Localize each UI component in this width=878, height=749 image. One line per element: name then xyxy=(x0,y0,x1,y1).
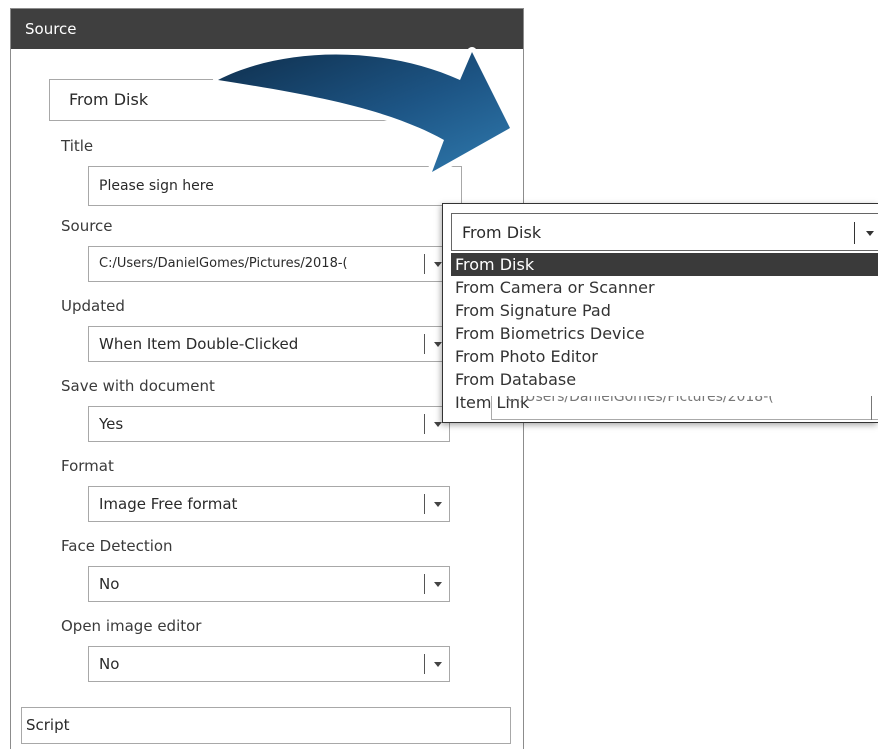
dropdown-arrow-icon[interactable] xyxy=(434,662,442,667)
dropdown-options: From Disk From Camera or Scanner From Si… xyxy=(451,253,878,414)
obscured-field-edge xyxy=(871,396,878,420)
combo-separator xyxy=(424,414,425,434)
popup-select-value: From Disk xyxy=(462,223,542,242)
source-mode-dropdown-popup: From Disk From Disk From Camera or Scann… xyxy=(442,203,878,423)
save-with-document-select[interactable]: Yes xyxy=(88,406,450,442)
combo-separator xyxy=(854,222,855,244)
format-select[interactable]: Image Free format xyxy=(88,486,450,522)
option-from-biometrics-device[interactable]: From Biometrics Device xyxy=(451,322,878,345)
dropdown-arrow-icon[interactable] xyxy=(434,342,442,347)
updated-value: When Item Double-Clicked xyxy=(99,335,299,353)
dropdown-arrow-icon[interactable] xyxy=(434,582,442,587)
format-value: Image Free format xyxy=(99,495,238,513)
dropdown-arrow-icon[interactable] xyxy=(434,422,442,427)
combo-separator xyxy=(424,254,425,274)
source-path-select[interactable]: C:/Users/DanielGomes/Pictures/2018-( xyxy=(88,246,450,282)
popup-select[interactable]: From Disk xyxy=(451,213,878,251)
combo-separator xyxy=(424,334,425,354)
combo-separator xyxy=(424,654,425,674)
source-path-value: C:/Users/DanielGomes/Pictures/2018-( xyxy=(99,256,348,271)
open-image-editor-label: Open image editor xyxy=(61,617,202,635)
option-from-signature-pad[interactable]: From Signature Pad xyxy=(451,299,878,322)
format-label: Format xyxy=(61,457,114,475)
option-from-photo-editor[interactable]: From Photo Editor xyxy=(451,345,878,368)
save-with-document-label: Save with document xyxy=(61,377,215,395)
obscured-source-path: C:/Users/DanielGomes/Pictures/2018-( xyxy=(491,396,878,420)
face-detection-value: No xyxy=(99,575,120,593)
combo-separator xyxy=(424,574,425,594)
option-from-disk[interactable]: From Disk xyxy=(451,253,878,276)
source-label: Source xyxy=(61,217,113,235)
option-from-camera-or-scanner[interactable]: From Camera or Scanner xyxy=(451,276,878,299)
face-detection-label: Face Detection xyxy=(61,537,173,555)
curved-arrow-graphic xyxy=(213,47,515,177)
option-from-database[interactable]: From Database xyxy=(451,368,878,391)
script-section[interactable]: Script xyxy=(21,707,511,744)
dropdown-arrow-icon[interactable] xyxy=(434,262,442,267)
combo-separator xyxy=(424,494,425,514)
title-label: Title xyxy=(61,137,94,155)
dropdown-arrow-icon[interactable] xyxy=(434,502,442,507)
open-image-editor-value: No xyxy=(99,655,120,673)
open-image-editor-select[interactable]: No xyxy=(88,646,450,682)
save-with-document-value: Yes xyxy=(99,415,124,433)
updated-select[interactable]: When Item Double-Clicked xyxy=(88,326,450,362)
face-detection-select[interactable]: No xyxy=(88,566,450,602)
updated-label: Updated xyxy=(61,297,125,315)
dropdown-arrow-icon[interactable] xyxy=(866,231,874,236)
